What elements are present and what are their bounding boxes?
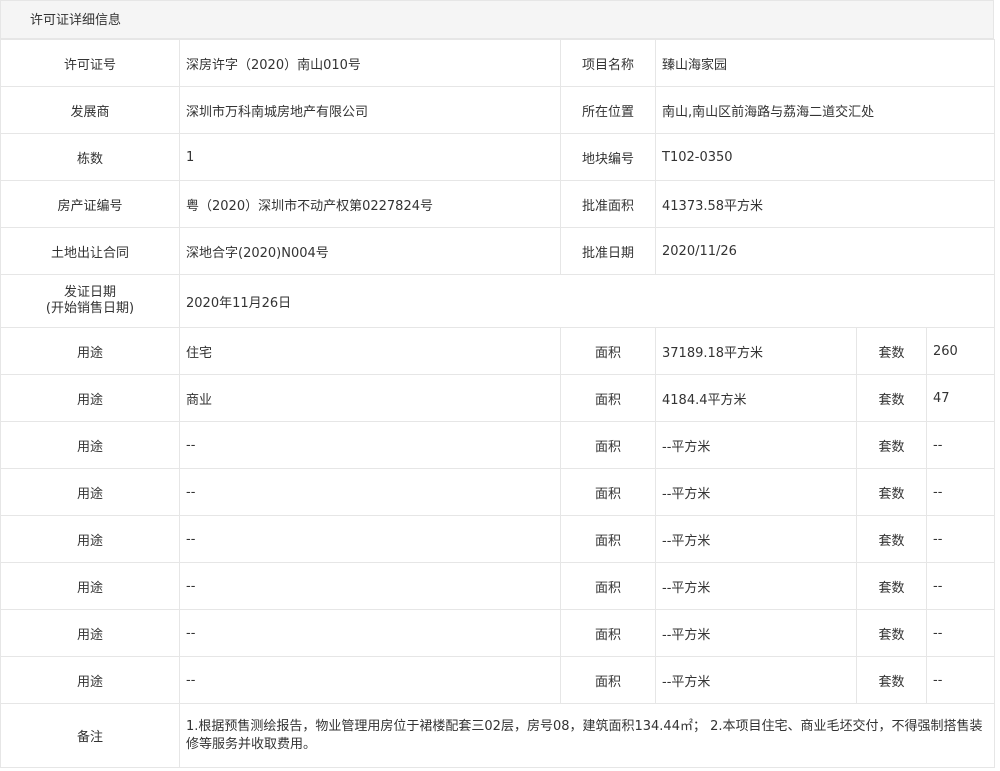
area-label: 面积 — [560, 327, 656, 375]
usage-row: 用途 -- 面积 --平方米 套数 -- — [0, 562, 996, 610]
usage-value: -- — [179, 609, 561, 657]
units-label: 套数 — [856, 327, 927, 375]
usage-rows: 用途 住宅 面积 37189.18平方米 套数 260 用途 商业 面积 4184.4平方米 套数 4… — [0, 327, 996, 704]
units-label: 套数 — [856, 609, 927, 657]
remarks-value: 1.根据预售测绘报告，物业管理用房位于裙楼配套三02层，房号08，建筑面积134… — [178, 703, 996, 768]
area-label: 面积 — [560, 421, 656, 469]
area-label: 面积 — [560, 562, 656, 610]
approved-area-label: 批准面积 — [560, 180, 656, 228]
usage-label: 用途 — [0, 609, 180, 657]
table-row: 房产证编号 粤（2020）深圳市不动产权第0227824号 批准面积 41373… — [0, 180, 996, 228]
property-cert-label: 房产证编号 — [0, 180, 180, 228]
permit-no-label: 许可证号 — [0, 39, 180, 87]
usage-label: 用途 — [0, 421, 180, 469]
units-value: -- — [925, 421, 996, 469]
area-label: 面积 — [560, 468, 656, 516]
table-row: 发证日期 (开始销售日期) 2020年11月26日 — [0, 274, 996, 328]
area-label: 面积 — [560, 656, 656, 704]
usage-row: 用途 商业 面积 4184.4平方米 套数 47 — [0, 374, 996, 422]
table-row: 发展商 深圳市万科南城房地产有限公司 所在位置 南山,南山区前海路与荔海二道交汇… — [0, 86, 996, 134]
units-value: -- — [925, 562, 996, 610]
area-value: 4184.4平方米 — [655, 374, 857, 422]
permit-info-table: 许可证号 深房许字（2020）南山010号 项目名称 臻山海家园 发展商 深圳市… — [0, 39, 996, 768]
area-value: --平方米 — [655, 562, 857, 610]
units-label: 套数 — [856, 468, 927, 516]
property-cert-value: 粤（2020）深圳市不动产权第0227824号 — [179, 180, 561, 228]
usage-row: 用途 -- 面积 --平方米 套数 -- — [0, 515, 996, 563]
permit-detail-panel: 许可证详细信息 许可证号 深房许字（2020）南山010号 项目名称 臻山海家园… — [0, 0, 996, 771]
approved-date-label: 批准日期 — [560, 227, 656, 275]
permit-no-value: 深房许字（2020）南山010号 — [179, 39, 561, 87]
usage-value: 商业 — [179, 374, 561, 422]
units-value: 47 — [925, 374, 996, 422]
area-value: --平方米 — [655, 468, 857, 516]
area-value: --平方米 — [655, 656, 857, 704]
usage-value: -- — [179, 468, 561, 516]
developer-label: 发展商 — [0, 86, 180, 134]
land-contract-label: 土地出让合同 — [0, 227, 180, 275]
panel-title: 许可证详细信息 — [0, 0, 994, 39]
location-value: 南山,南山区前海路与荔海二道交汇处 — [654, 86, 996, 134]
area-label: 面积 — [560, 374, 656, 422]
parcel-no-value: T102-0350 — [654, 133, 996, 181]
area-value: 37189.18平方米 — [655, 327, 857, 375]
table-row: 土地出让合同 深地合字(2020)N004号 批准日期 2020/11/26 — [0, 227, 996, 275]
units-label: 套数 — [856, 515, 927, 563]
units-value: -- — [925, 515, 996, 563]
usage-value: -- — [179, 421, 561, 469]
usage-label: 用途 — [0, 327, 180, 375]
units-value: 260 — [925, 327, 996, 375]
project-name-label: 项目名称 — [560, 39, 656, 87]
usage-label: 用途 — [0, 374, 180, 422]
land-contract-value: 深地合字(2020)N004号 — [179, 227, 561, 275]
usage-label: 用途 — [0, 468, 180, 516]
usage-row: 用途 -- 面积 --平方米 套数 -- — [0, 421, 996, 469]
units-label: 套数 — [856, 656, 927, 704]
usage-row: 用途 -- 面积 --平方米 套数 -- — [0, 609, 996, 657]
issue-date-label: 发证日期 (开始销售日期) — [0, 274, 180, 328]
project-name-value: 臻山海家园 — [654, 39, 996, 87]
approved-date-value: 2020/11/26 — [654, 227, 996, 275]
usage-label: 用途 — [0, 562, 180, 610]
issue-date-label-line1: 发证日期 — [63, 285, 116, 300]
units-value: -- — [925, 656, 996, 704]
usage-value: 住宅 — [179, 327, 561, 375]
units-value: -- — [925, 468, 996, 516]
area-label: 面积 — [560, 609, 656, 657]
table-row: 许可证号 深房许字（2020）南山010号 项目名称 臻山海家园 — [0, 39, 996, 87]
usage-label: 用途 — [0, 656, 180, 704]
location-label: 所在位置 — [560, 86, 656, 134]
usage-value: -- — [179, 562, 561, 610]
buildings-value: 1 — [179, 133, 561, 181]
issue-date-label-line2: (开始销售日期) — [45, 301, 135, 316]
area-value: --平方米 — [655, 421, 857, 469]
developer-value: 深圳市万科南城房地产有限公司 — [179, 86, 561, 134]
units-label: 套数 — [856, 374, 927, 422]
buildings-label: 栋数 — [0, 133, 180, 181]
table-row: 栋数 1 地块编号 T102-0350 — [0, 133, 996, 181]
usage-row: 用途 -- 面积 --平方米 套数 -- — [0, 656, 996, 704]
table-row: 备注 1.根据预售测绘报告，物业管理用房位于裙楼配套三02层，房号08，建筑面积… — [0, 703, 996, 768]
usage-value: -- — [179, 515, 561, 563]
parcel-no-label: 地块编号 — [560, 133, 656, 181]
issue-date-value: 2020年11月26日 — [178, 274, 996, 328]
approved-area-value: 41373.58平方米 — [654, 180, 996, 228]
units-label: 套数 — [856, 421, 927, 469]
units-label: 套数 — [856, 562, 927, 610]
area-label: 面积 — [560, 515, 656, 563]
area-value: --平方米 — [655, 609, 857, 657]
usage-row: 用途 住宅 面积 37189.18平方米 套数 260 — [0, 327, 996, 375]
usage-value: -- — [179, 656, 561, 704]
units-value: -- — [925, 609, 996, 657]
area-value: --平方米 — [655, 515, 857, 563]
usage-row: 用途 -- 面积 --平方米 套数 -- — [0, 468, 996, 516]
usage-label: 用途 — [0, 515, 180, 563]
remarks-label: 备注 — [0, 703, 180, 768]
issue-date-label-text: 发证日期 (开始销售日期) — [46, 285, 134, 317]
